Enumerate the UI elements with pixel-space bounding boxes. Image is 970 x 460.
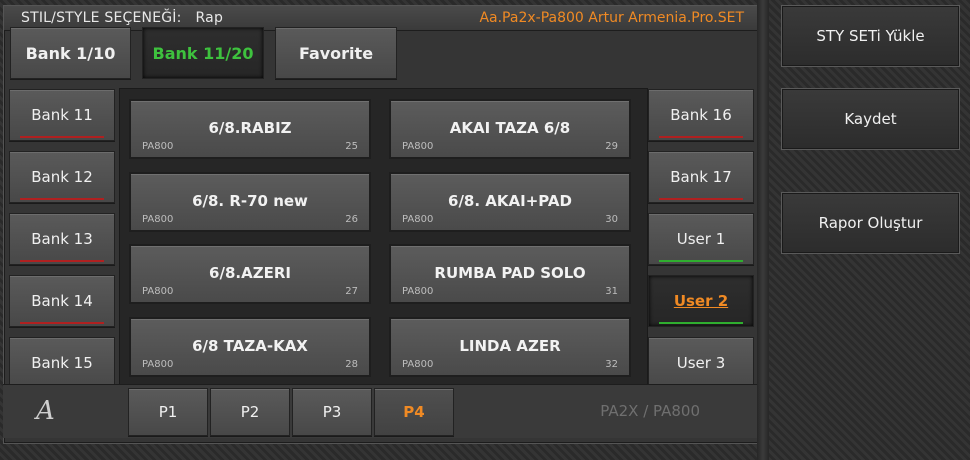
- bank-12-button[interactable]: Bank 12: [9, 151, 115, 203]
- style-number: 30: [605, 214, 618, 225]
- style-number: 25: [345, 141, 358, 152]
- style-name: 6/8.AZERI: [209, 264, 291, 282]
- style-slot-27[interactable]: 6/8.AZERI PA800 27: [129, 244, 371, 304]
- bank-label: User 3: [676, 354, 726, 372]
- load-sty-set-button[interactable]: STY SETi Yükle: [781, 5, 960, 67]
- style-device: PA800: [402, 286, 434, 297]
- page-tab-p3[interactable]: P3: [292, 388, 372, 436]
- style-slot-28[interactable]: 6/8 TAZA-KAX PA800 28: [129, 317, 371, 377]
- bank-label: Bank 11: [31, 106, 93, 124]
- bank-indicator: [20, 136, 104, 138]
- bank-indicator: [20, 322, 104, 324]
- bank-label: Bank 15: [31, 354, 93, 372]
- style-slot-25[interactable]: 6/8.RABIZ PA800 25: [129, 99, 371, 159]
- model-label: PA2X / PA800: [600, 402, 700, 420]
- bank-indicator: [20, 198, 104, 200]
- panel-divider: [757, 0, 769, 460]
- bank-label: Bank 16: [670, 106, 732, 124]
- style-slot-26[interactable]: 6/8. R-70 new PA800 26: [129, 172, 371, 232]
- bank-label: Bank 17: [670, 168, 732, 186]
- user-2-button[interactable]: User 2: [648, 275, 754, 327]
- bank-label: User 2: [673, 292, 729, 310]
- bank-indicator: [659, 198, 743, 200]
- style-label-text: STIL/STYLE SEÇENEĞİ:: [21, 10, 182, 26]
- style-device: PA800: [402, 214, 434, 225]
- bank-label: Bank 14: [31, 292, 93, 310]
- style-number: 32: [605, 359, 618, 370]
- style-device: PA800: [142, 359, 174, 370]
- style-name: 6/8.RABIZ: [208, 119, 292, 137]
- create-report-button[interactable]: Rapor Oluştur: [781, 192, 960, 254]
- user-3-button[interactable]: User 3: [648, 337, 754, 389]
- bank-label: User 1: [676, 230, 726, 248]
- bank-17-button[interactable]: Bank 17: [648, 151, 754, 203]
- set-name: Aa.Pa2x-Pa800 Artur Armenia.Pro.SET: [479, 10, 744, 26]
- bank-label: Bank 13: [31, 230, 93, 248]
- page-tab-p4[interactable]: P4: [374, 388, 454, 436]
- bank-indicator: [659, 260, 743, 262]
- style-number: 27: [345, 286, 358, 297]
- page-tab-p1[interactable]: P1: [128, 388, 208, 436]
- bank-15-button[interactable]: Bank 15: [9, 337, 115, 389]
- style-name: AKAI TAZA 6/8: [449, 119, 571, 137]
- app-logo-icon: A: [36, 396, 55, 426]
- style-device: PA800: [142, 214, 174, 225]
- current-style-value: Rap: [195, 10, 224, 26]
- tab-bank-11-20[interactable]: Bank 11/20: [142, 27, 264, 79]
- style-device: PA800: [402, 141, 434, 152]
- style-name: LINDA AZER: [459, 337, 561, 355]
- tab-favorite[interactable]: Favorite: [275, 27, 397, 79]
- bank-indicator: [659, 322, 743, 324]
- style-slot-30[interactable]: 6/8. AKAI+PAD PA800 30: [389, 172, 631, 232]
- style-slot-32[interactable]: LINDA AZER PA800 32: [389, 317, 631, 377]
- style-device: PA800: [142, 141, 174, 152]
- bank-indicator: [20, 260, 104, 262]
- style-name: RUMBA PAD SOLO: [434, 264, 586, 282]
- style-number: 29: [605, 141, 618, 152]
- style-number: 26: [345, 214, 358, 225]
- page-tab-p2[interactable]: P2: [210, 388, 290, 436]
- style-number: 31: [605, 286, 618, 297]
- style-slot-31[interactable]: RUMBA PAD SOLO PA800 31: [389, 244, 631, 304]
- style-name: 6/8. AKAI+PAD: [448, 192, 572, 210]
- bank-11-button[interactable]: Bank 11: [9, 89, 115, 141]
- style-name: 6/8 TAZA-KAX: [192, 337, 308, 355]
- style-name: 6/8. R-70 new: [192, 192, 308, 210]
- tab-bank-1-10[interactable]: Bank 1/10: [10, 27, 131, 79]
- save-button[interactable]: Kaydet: [781, 88, 960, 150]
- bank-indicator: [659, 136, 743, 138]
- style-slot-29[interactable]: AKAI TAZA 6/8 PA800 29: [389, 99, 631, 159]
- style-selection-label: STIL/STYLE SEÇENEĞİ: Rap: [21, 10, 223, 26]
- style-device: PA800: [402, 359, 434, 370]
- style-device: PA800: [142, 286, 174, 297]
- bank-label: Bank 12: [31, 168, 93, 186]
- bank-13-button[interactable]: Bank 13: [9, 213, 115, 265]
- bank-14-button[interactable]: Bank 14: [9, 275, 115, 327]
- user-1-button[interactable]: User 1: [648, 213, 754, 265]
- style-number: 28: [345, 359, 358, 370]
- bank-16-button[interactable]: Bank 16: [648, 89, 754, 141]
